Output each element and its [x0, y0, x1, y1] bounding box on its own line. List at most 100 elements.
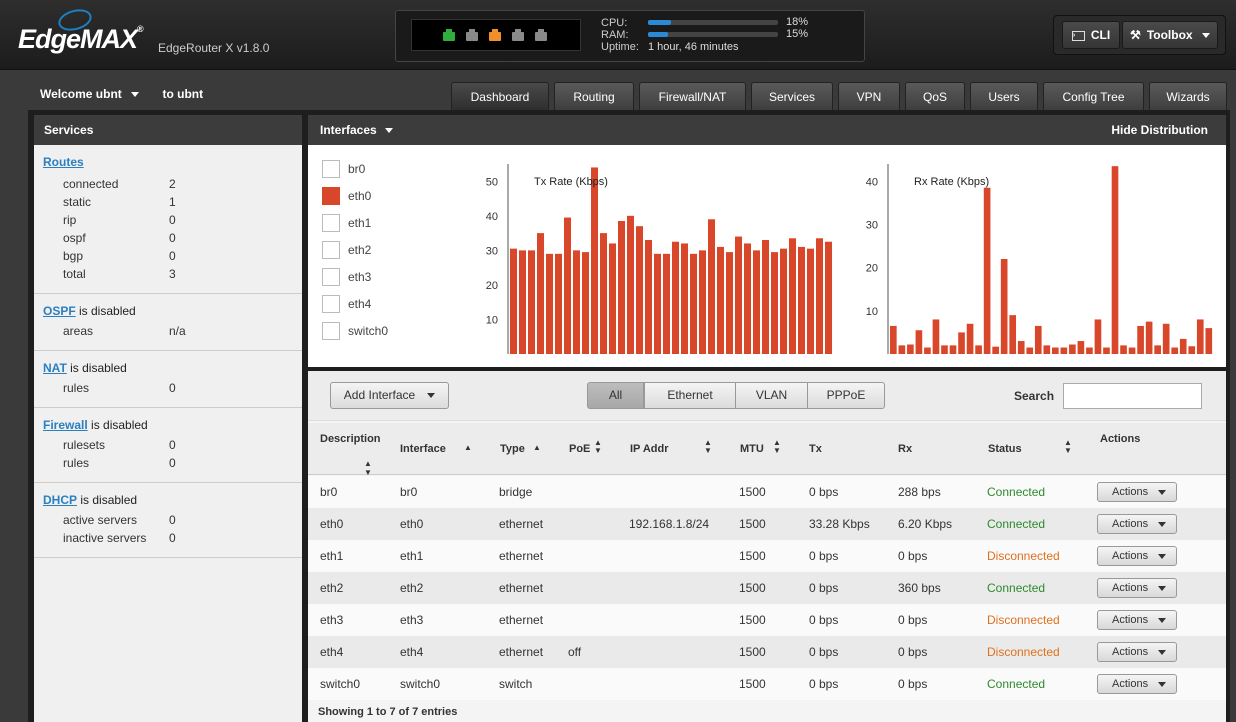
tab-users[interactable]: Users — [970, 82, 1038, 110]
actions-button[interactable]: Actions — [1097, 674, 1177, 694]
bar — [1077, 341, 1085, 354]
col-rx[interactable]: Rx — [898, 443, 912, 455]
filter-ethernet[interactable]: Ethernet — [644, 382, 736, 409]
cell-rx: 0 bps — [898, 549, 928, 563]
actions-button[interactable]: Actions — [1097, 482, 1177, 502]
cell-tx: 0 bps — [809, 485, 839, 499]
col-description[interactable]: Description — [320, 433, 381, 445]
port-panel — [411, 19, 581, 51]
cpu-percent: 18% — [786, 16, 809, 28]
sort-icon[interactable]: ▲ ▼ — [364, 459, 372, 477]
service-row-label: active servers — [63, 513, 138, 527]
legend-checkbox[interactable] — [322, 268, 340, 286]
col-tx[interactable]: Tx — [809, 443, 822, 455]
tab-services[interactable]: Services — [751, 82, 833, 110]
y-tick-label: 30 — [866, 219, 878, 231]
cell-rx: 288 bps — [898, 485, 941, 499]
tab-dashboard[interactable]: Dashboard — [451, 82, 549, 110]
filter-pppoe[interactable]: PPPoE — [807, 382, 885, 409]
bar — [975, 345, 982, 354]
bar — [1060, 347, 1068, 354]
legend-checkbox[interactable] — [322, 187, 340, 205]
legend-label: switch0 — [348, 324, 389, 338]
legend-checkbox[interactable] — [322, 160, 340, 178]
tab-vpn[interactable]: VPN — [838, 82, 900, 110]
cell-type: ethernet — [499, 517, 544, 531]
legend-checkbox[interactable] — [322, 241, 340, 259]
hide-distribution-link[interactable]: Hide Distribution — [1111, 115, 1208, 145]
service-row-label: ospf — [63, 231, 86, 245]
cli-button[interactable]: › CLI — [1062, 21, 1120, 49]
bar — [992, 346, 999, 354]
col-interface[interactable]: Interface — [400, 443, 446, 455]
cell-interface: eth0 — [400, 517, 424, 531]
tab-routing[interactable]: Routing — [554, 82, 634, 110]
tab-config-tree[interactable]: Config Tree — [1043, 82, 1144, 110]
routes-link[interactable]: Routes — [43, 155, 84, 169]
col-mtu[interactable]: MTU — [740, 443, 764, 455]
legend-checkbox[interactable] — [322, 214, 340, 232]
actions-button[interactable]: Actions — [1097, 578, 1177, 598]
routes-title: Routes — [43, 155, 302, 169]
routes-section: Routes connected 2 static 1 rip 0 ospf 0 bgp 0 tot… — [34, 145, 302, 294]
actions-label: Actions — [1112, 486, 1149, 498]
service-row: ospf 0 — [43, 229, 302, 247]
sort-icon[interactable]: ▲ ▼ — [1064, 439, 1072, 455]
col-ip-addr[interactable]: IP Addr — [630, 443, 669, 455]
sort-asc-icon[interactable]: ▲ — [464, 443, 472, 452]
actions-button[interactable]: Actions — [1097, 514, 1177, 534]
bar — [528, 250, 536, 354]
search-input[interactable] — [1063, 383, 1202, 409]
actions-button[interactable]: Actions — [1097, 546, 1177, 566]
ospf-link[interactable]: OSPF — [43, 304, 76, 318]
cell-mtu: 1500 — [739, 613, 766, 627]
cell-interface: eth4 — [400, 645, 424, 659]
cell-tx: 0 bps — [809, 645, 839, 659]
interfaces-dropdown[interactable]: Interfaces — [320, 123, 394, 137]
dhcp-section: DHCP is disabled active servers 0 inactive… — [34, 483, 302, 558]
nat-link[interactable]: NAT — [43, 361, 67, 375]
nat-status: is disabled — [66, 361, 127, 375]
sort-icon[interactable]: ▲ ▼ — [594, 439, 602, 455]
cell-mtu: 1500 — [739, 581, 766, 595]
bar — [924, 347, 931, 354]
filter-all[interactable]: All — [587, 382, 644, 409]
cell-description: eth4 — [320, 645, 344, 659]
sort-asc-icon[interactable]: ▲ — [533, 443, 541, 452]
legend-checkbox[interactable] — [322, 322, 340, 340]
add-interface-button[interactable]: Add Interface — [330, 382, 449, 409]
bar — [654, 253, 662, 354]
service-row-label: rip — [63, 213, 77, 227]
col-status[interactable]: Status — [988, 443, 1022, 455]
toolbox-button[interactable]: ⚒ Toolbox — [1122, 21, 1218, 49]
service-row-value: n/a — [169, 324, 186, 338]
actions-button[interactable]: Actions — [1097, 642, 1177, 662]
sort-icon[interactable]: ▲ ▼ — [704, 439, 712, 455]
filter-label: Ethernet — [667, 388, 713, 402]
tab-firewall-nat[interactable]: Firewall/NAT — [639, 82, 746, 110]
actions-button[interactable]: Actions — [1097, 610, 1177, 630]
bar — [546, 253, 554, 354]
legend-checkbox[interactable] — [322, 295, 340, 313]
cell-description: eth0 — [320, 517, 344, 531]
cell-mtu: 1500 — [739, 485, 766, 499]
dhcp-link[interactable]: DHCP — [43, 493, 77, 507]
status-box: CPU: RAM: Uptime: 18% 15% 1 hour, 46 min… — [395, 10, 865, 62]
tab-wizards[interactable]: Wizards — [1149, 82, 1227, 110]
col-type[interactable]: Type — [500, 443, 525, 455]
toolbox-label: Toolbox — [1146, 28, 1193, 42]
y-tick-label: 40 — [866, 176, 878, 188]
cell-tx: 0 bps — [809, 677, 839, 691]
cell-tx: 33.28 Kbps — [809, 517, 870, 531]
col-poe[interactable]: PoE — [569, 443, 590, 455]
filter-vlan[interactable]: VLAN — [735, 382, 808, 409]
sort-icon[interactable]: ▲ ▼ — [773, 439, 781, 455]
service-row: static 1 — [43, 193, 302, 211]
bar — [753, 250, 761, 354]
tab-label: Firewall/NAT — [658, 90, 727, 104]
tab-qos[interactable]: QoS — [905, 82, 965, 110]
col-actions: Actions — [1100, 433, 1141, 445]
bar — [932, 319, 940, 354]
welcome-menu[interactable]: Welcome ubnt to ubnt — [40, 87, 203, 101]
firewall-link[interactable]: Firewall — [43, 418, 88, 432]
